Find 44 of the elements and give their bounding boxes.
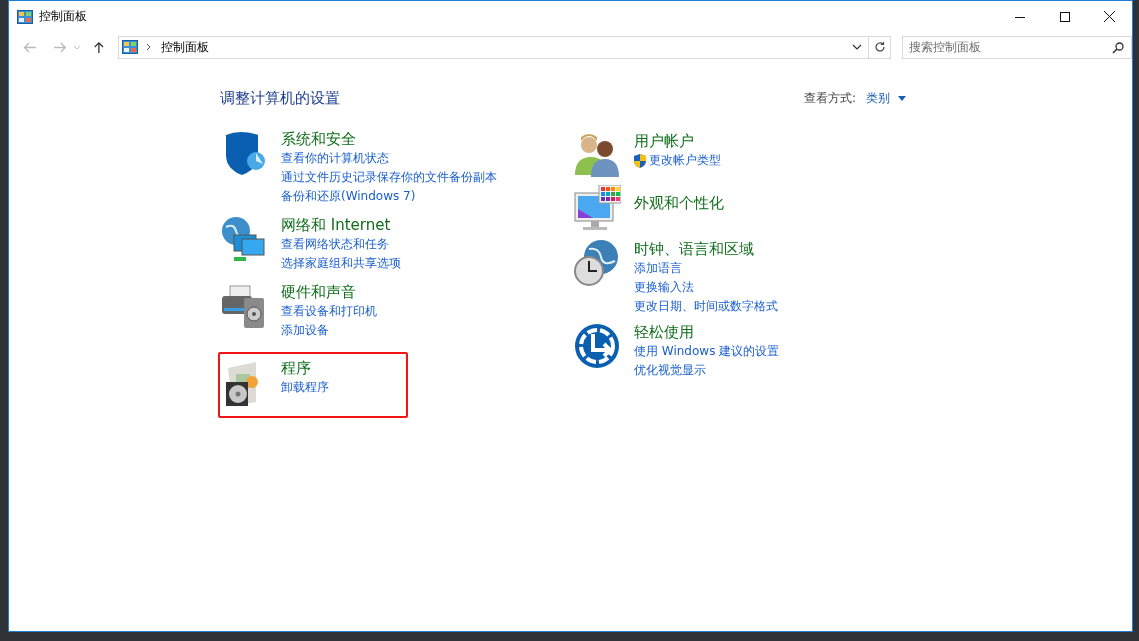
globe-monitors-icon[interactable]	[220, 215, 268, 263]
shield-icon	[634, 153, 646, 168]
task-link[interactable]: 更换输入法	[634, 278, 694, 297]
close-icon	[1104, 11, 1115, 22]
task-link[interactable]: 优化视觉显示	[634, 361, 706, 380]
caret-icon	[898, 95, 906, 101]
category-link[interactable]: 用户帐户	[634, 131, 721, 151]
task-link[interactable]: 更改帐户类型	[649, 151, 721, 170]
task-link[interactable]: 备份和还原(Windows 7)	[281, 187, 416, 206]
task-link[interactable]: 查看你的计算机状态	[281, 149, 389, 168]
refresh-button[interactable]	[869, 35, 891, 59]
control-panel-icon	[122, 40, 139, 54]
task-link[interactable]: 查看网络状态和任务	[281, 235, 389, 254]
task-link[interactable]: 卸载程序	[281, 378, 329, 397]
view-by-dropdown[interactable]: 类别	[864, 89, 908, 107]
task-link[interactable]: 使用 Windows 建议的设置	[634, 342, 780, 361]
search-icon	[1112, 41, 1124, 54]
task-link[interactable]: 添加语言	[634, 259, 682, 278]
category-link[interactable]: 时钟、语言和区域	[634, 239, 778, 259]
globe-clock-icon[interactable]	[573, 239, 621, 287]
address-bar[interactable]: 控制面板	[118, 35, 870, 59]
page-heading: 调整计算机的设置	[220, 88, 340, 108]
category-link[interactable]: 网络和 Internet	[281, 215, 401, 235]
control-panel-icon	[17, 9, 33, 24]
search-field[interactable]: 搜索控制面板	[902, 35, 1132, 59]
address-path: 控制面板	[161, 38, 210, 56]
maximize-icon	[1059, 11, 1070, 22]
two-people-icon[interactable]	[573, 131, 621, 179]
monitor-palette-icon[interactable]	[573, 185, 621, 233]
task-link[interactable]: 更改日期、时间或数字格式	[634, 297, 778, 316]
dropdown-caret-icon[interactable]	[852, 44, 863, 50]
task-link[interactable]: 选择家庭组和共享选项	[281, 254, 401, 273]
task-link[interactable]: 添加设备	[281, 321, 329, 340]
window-title: 控制面板	[39, 8, 87, 25]
chevron-icon	[146, 43, 152, 51]
category-link[interactable]: 轻松使用	[634, 322, 780, 342]
category-link[interactable]: 系统和安全	[281, 129, 497, 149]
category-link[interactable]: 外观和个性化	[634, 193, 724, 213]
task-link[interactable]: 查看设备和打印机	[281, 302, 377, 321]
task-link[interactable]: 通过文件历史记录保存你的文件备份副本	[281, 168, 497, 187]
view-by-label: 查看方式:	[803, 89, 856, 107]
category-link[interactable]: 硬件和声音	[281, 282, 377, 302]
category-link[interactable]: 程序	[281, 358, 329, 378]
refresh-icon	[873, 41, 886, 53]
